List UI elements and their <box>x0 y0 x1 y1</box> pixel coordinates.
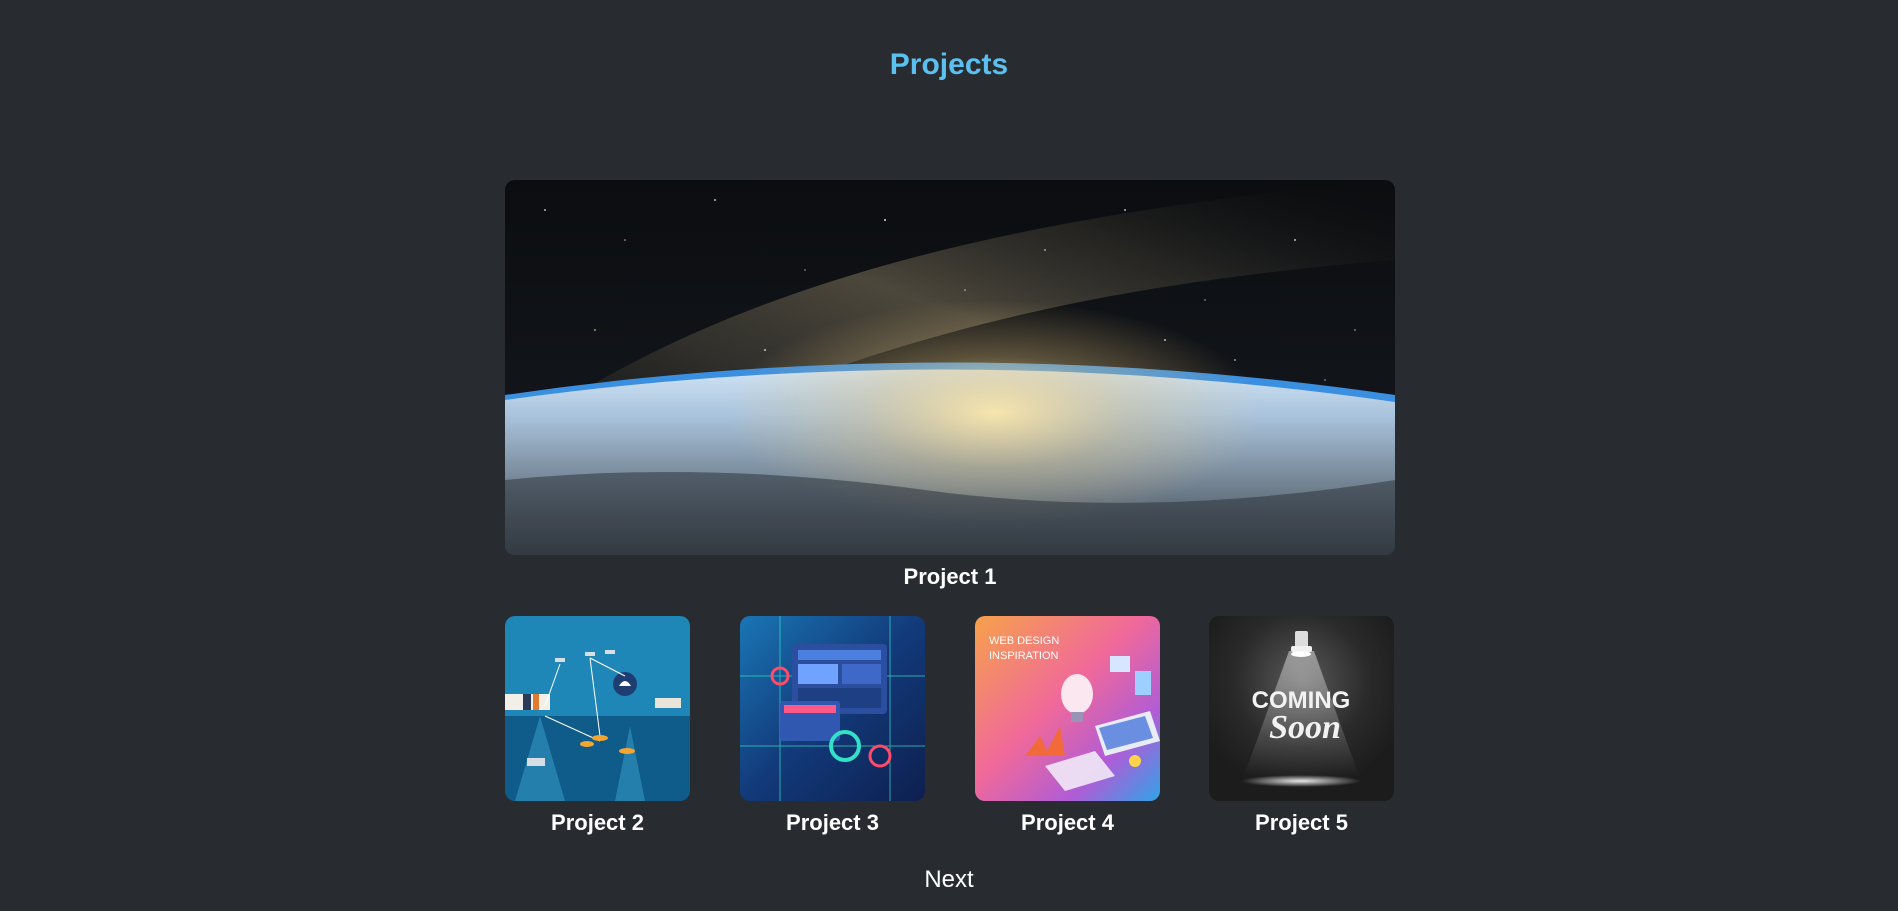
next-page-link-container: Next <box>0 866 1898 894</box>
project-4-caption[interactable]: Project 4 <box>975 810 1160 836</box>
next-page-link[interactable]: Next <box>924 866 973 893</box>
project-3-caption[interactable]: Project 3 <box>740 810 925 836</box>
page-title: Projects <box>889 48 1009 81</box>
project-4-thumbnail[interactable]: WEB DESIGN INSPIRATION <box>975 616 1160 801</box>
tech-dashboard-illustration-image <box>740 616 925 801</box>
project-5-thumbnail[interactable]: COMING Soon <box>1209 616 1394 801</box>
ocean-satellite-illustration-image <box>505 616 690 801</box>
project-5-caption[interactable]: Project 5 <box>1209 810 1394 836</box>
project-3-thumbnail[interactable] <box>740 616 925 801</box>
svg-text:WEB DESIGN: WEB DESIGN <box>989 635 1059 647</box>
project-2-thumbnail[interactable] <box>505 616 690 801</box>
earth-from-space-image <box>505 180 1395 555</box>
web-design-inspiration-image: WEB DESIGN INSPIRATION <box>975 616 1160 801</box>
featured-project-image[interactable] <box>505 180 1395 555</box>
svg-text:Soon: Soon <box>1269 709 1341 746</box>
featured-project-caption[interactable]: Project 1 <box>505 564 1395 590</box>
coming-soon-spotlight-image: COMING Soon <box>1209 616 1394 801</box>
project-2-caption[interactable]: Project 2 <box>505 810 690 836</box>
svg-text:INSPIRATION: INSPIRATION <box>989 650 1059 662</box>
